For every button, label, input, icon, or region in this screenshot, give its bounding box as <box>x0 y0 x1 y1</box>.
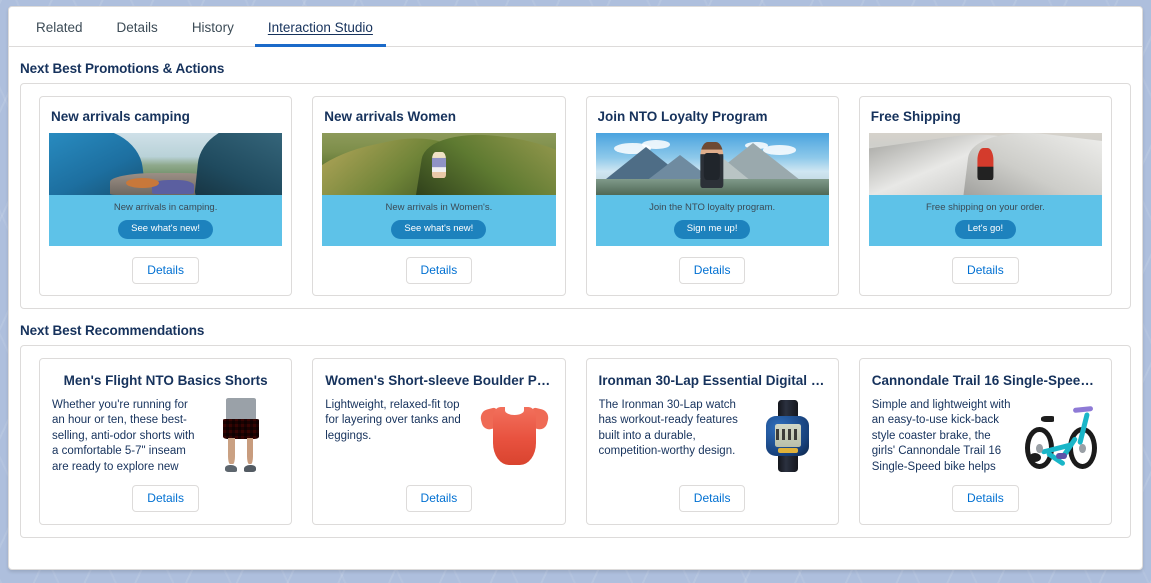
recommendation-body: Simple and lightweight with an easy-to-u… <box>872 398 1099 474</box>
tab-interaction-studio[interactable]: Interaction Studio <box>251 14 390 46</box>
promotion-cta-strip: New arrivals in camping. See what's new! <box>49 195 282 246</box>
recommendation-card[interactable]: Women's Short-sleeve Boulder Peak ... Li… <box>312 358 565 525</box>
promotion-card[interactable]: New arrivals Women New arrivals in Women… <box>312 96 565 296</box>
details-button[interactable]: Details <box>952 485 1019 512</box>
record-tab-bar: Related Details History Interaction Stud… <box>9 7 1142 47</box>
camping-tent-photo <box>49 133 282 195</box>
promotion-details-wrap: Details <box>596 257 829 284</box>
recommendations-section-title: Next Best Recommendations <box>20 323 1142 338</box>
details-button[interactable]: Details <box>132 485 199 512</box>
details-button[interactable]: Details <box>132 257 199 284</box>
promotion-title: Free Shipping <box>871 109 1102 124</box>
promotion-title: New arrivals camping <box>51 109 282 124</box>
recommendation-details-wrap: Details <box>872 485 1099 512</box>
tab-details[interactable]: Details <box>100 14 175 46</box>
promotion-banner-text: New arrivals in Women's. <box>322 202 555 213</box>
recommendation-body: The Ironman 30-Lap watch has workout-rea… <box>599 398 826 474</box>
promotion-banner: New arrivals in camping. See what's new! <box>49 133 282 246</box>
promotion-title: New arrivals Women <box>324 109 555 124</box>
promotion-cta-strip: New arrivals in Women's. See what's new! <box>322 195 555 246</box>
recommendations-panel: Men's Flight NTO Basics Shorts Whether y… <box>20 345 1131 538</box>
recommendation-details-wrap: Details <box>599 485 826 512</box>
womens-coral-tshirt-product-image <box>477 398 553 474</box>
promotion-card[interactable]: Join NTO Loyalty Program Join <box>586 96 839 296</box>
promotion-cta-strip: Join the NTO loyalty program. Sign me up… <box>596 195 829 246</box>
promotion-card[interactable]: New arrivals camping New arrivals in cam… <box>39 96 292 296</box>
promotion-cta-button[interactable]: See what's new! <box>391 220 486 239</box>
promotion-cta-button[interactable]: Let's go! <box>955 220 1017 239</box>
mountain-ridge-hiker-photo <box>322 133 555 195</box>
promotion-banner: New arrivals in Women's. See what's new! <box>322 133 555 246</box>
interaction-studio-panel: Related Details History Interaction Stud… <box>8 6 1143 570</box>
details-button[interactable]: Details <box>406 485 473 512</box>
promotions-row: New arrivals camping New arrivals in cam… <box>29 96 1122 296</box>
mens-shorts-product-image <box>203 398 279 474</box>
recommendation-card[interactable]: Men's Flight NTO Basics Shorts Whether y… <box>39 358 292 525</box>
details-button[interactable]: Details <box>406 257 473 284</box>
details-button[interactable]: Details <box>952 257 1019 284</box>
recommendation-details-wrap: Details <box>52 485 279 512</box>
recommendation-details-wrap: Details <box>325 485 552 512</box>
snowy-mountain-hiker-photo <box>869 133 1102 195</box>
promotions-panel: New arrivals camping New arrivals in cam… <box>20 83 1131 309</box>
promotion-banner-text: Join the NTO loyalty program. <box>596 202 829 213</box>
recommendation-body: Lightweight, relaxed-fit top for layerin… <box>325 398 552 474</box>
recommendation-description: Simple and lightweight with an easy-to-u… <box>872 398 1015 474</box>
recommendation-title: Men's Flight NTO Basics Shorts <box>52 373 279 388</box>
recommendation-title: Ironman 30-Lap Essential Digital Wa... <box>599 373 826 388</box>
recommendation-card[interactable]: Cannondale Trail 16 Single-Speed Bi... S… <box>859 358 1112 525</box>
recommendations-row: Men's Flight NTO Basics Shorts Whether y… <box>29 358 1122 525</box>
promotion-details-wrap: Details <box>322 257 555 284</box>
promotion-banner-text: Free shipping on your order. <box>869 202 1102 213</box>
promotion-banner-text: New arrivals in camping. <box>49 202 282 213</box>
recommendation-description: The Ironman 30-Lap watch has workout-rea… <box>599 398 742 474</box>
promotion-cta-strip: Free shipping on your order. Let's go! <box>869 195 1102 246</box>
recommendation-description: Whether you're running for an hour or te… <box>52 398 195 474</box>
promotion-card[interactable]: Free Shipping Free shipping on your orde… <box>859 96 1112 296</box>
promotion-banner: Free shipping on your order. Let's go! <box>869 133 1102 246</box>
recommendation-title: Cannondale Trail 16 Single-Speed Bi... <box>872 373 1099 388</box>
promotions-section-title: Next Best Promotions & Actions <box>20 61 1142 76</box>
backpacker-mountains-photo <box>596 133 829 195</box>
digital-sport-watch-product-image <box>750 398 826 474</box>
promotion-cta-button[interactable]: Sign me up! <box>674 220 751 239</box>
recommendation-title: Women's Short-sleeve Boulder Peak ... <box>325 373 552 388</box>
kids-teal-bicycle-product-image <box>1023 398 1099 474</box>
details-button[interactable]: Details <box>679 257 746 284</box>
tab-history[interactable]: History <box>175 14 251 46</box>
promotion-title: Join NTO Loyalty Program <box>598 109 829 124</box>
details-button[interactable]: Details <box>679 485 746 512</box>
promotion-details-wrap: Details <box>869 257 1102 284</box>
recommendation-description: Lightweight, relaxed-fit top for layerin… <box>325 398 468 474</box>
promotion-cta-button[interactable]: See what's new! <box>118 220 213 239</box>
promotion-details-wrap: Details <box>49 257 282 284</box>
promotion-banner: Join the NTO loyalty program. Sign me up… <box>596 133 829 246</box>
recommendation-body: Whether you're running for an hour or te… <box>52 398 279 474</box>
tab-related[interactable]: Related <box>19 14 100 46</box>
recommendation-card[interactable]: Ironman 30-Lap Essential Digital Wa... T… <box>586 358 839 525</box>
